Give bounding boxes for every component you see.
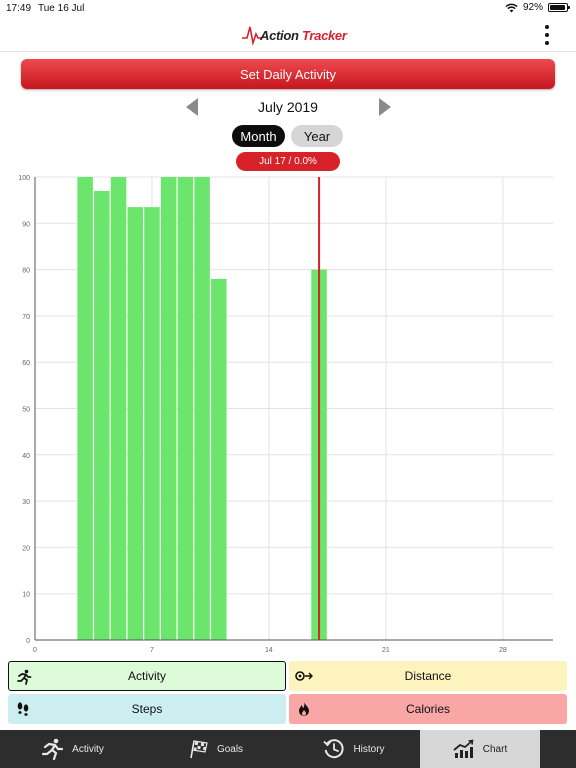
y-tick-label: 50: [22, 407, 30, 414]
y-tick-label: 20: [22, 545, 30, 552]
more-menu-icon[interactable]: [544, 25, 550, 45]
metric-selector: Activity Distance Steps Calories: [8, 661, 568, 725]
tab-bar-filler: [540, 730, 576, 768]
next-month-arrow-icon[interactable]: [379, 98, 391, 116]
y-tick-label: 80: [22, 268, 30, 275]
y-tick-label: 0: [26, 638, 30, 645]
status-right: 92%: [505, 2, 570, 13]
set-daily-activity-button[interactable]: Set Daily Activity: [21, 59, 555, 89]
app-logo: Action Tracker: [242, 24, 347, 46]
chart-bar: [144, 207, 160, 640]
runner-icon: [42, 738, 64, 760]
y-tick-label: 40: [22, 453, 30, 460]
wifi-icon: [505, 3, 518, 12]
battery-percent: 92%: [522, 2, 543, 13]
tab-history[interactable]: History: [288, 730, 420, 768]
selected-date-badge: Jul 17 / 0.0%: [236, 152, 340, 171]
tab-chart[interactable]: Chart: [420, 730, 540, 768]
previous-month-arrow-icon[interactable]: [186, 98, 198, 116]
metric-distance-label: Distance: [404, 669, 452, 683]
nav-bar: Action Tracker: [0, 18, 576, 52]
runner-icon: [15, 668, 33, 686]
chart-bar: [160, 177, 177, 640]
tab-goals[interactable]: Goals: [144, 730, 288, 768]
metric-distance-button[interactable]: Distance: [289, 661, 567, 691]
y-tick-label: 70: [22, 314, 30, 321]
y-tick-label: 60: [22, 360, 30, 367]
x-tick-label: 14: [265, 647, 273, 654]
metric-steps-button[interactable]: Steps: [8, 694, 286, 724]
x-tick-label: 7: [150, 647, 154, 654]
y-tick-label: 90: [22, 221, 30, 228]
tab-activity[interactable]: Activity: [0, 730, 144, 768]
month-navigator: July 2019: [0, 96, 576, 118]
status-time: 17:49: [6, 3, 32, 14]
battery-icon: [548, 3, 570, 12]
chart-bar: [110, 177, 127, 640]
month-label: July 2019: [258, 99, 318, 115]
chart-trend-icon: [453, 739, 474, 758]
x-tick-label: 21: [382, 647, 390, 654]
metric-steps-label: Steps: [131, 702, 163, 716]
status-bar: 17:49 Tue 16 Jul 92%: [0, 0, 576, 18]
chart-bar: [77, 177, 93, 640]
tab-chart-label: Chart: [482, 743, 508, 755]
tab-goals-label: Goals: [216, 743, 244, 755]
metric-calories-button[interactable]: Calories: [289, 694, 567, 724]
x-tick-label: 0: [33, 647, 37, 654]
status-date: Tue 16 Jul: [38, 3, 85, 14]
metric-calories-label: Calories: [405, 702, 450, 716]
tab-bar: Activity Goals History Chart: [0, 730, 576, 768]
metric-activity-button[interactable]: Activity: [8, 661, 286, 691]
chart-bar: [211, 278, 227, 640]
segment-month[interactable]: Month: [232, 125, 285, 147]
chart-bar: [177, 177, 194, 640]
chart-bar: [194, 177, 210, 640]
pulse-line-icon: [242, 26, 262, 46]
app-logo-text: Action Tracker: [260, 27, 347, 43]
tab-history-label: History: [353, 743, 385, 755]
x-tick-label: 28: [499, 647, 507, 654]
activity-bar-chart[interactable]: 0 10 20 30 40 50 60 70 80 90 100 0 7 14 21 28: [0, 170, 576, 660]
y-tick-label: 30: [22, 499, 30, 506]
history-clock-icon: [323, 739, 345, 759]
footprints-icon: [14, 700, 32, 718]
distance-icon: [295, 667, 313, 685]
y-tick-label: 100: [18, 175, 30, 182]
y-tick-label: 10: [22, 592, 30, 599]
metric-activity-label: Activity: [127, 669, 166, 683]
checkered-flag-icon: [190, 740, 208, 759]
chart-bar: [94, 190, 110, 640]
segment-year[interactable]: Year: [291, 125, 343, 147]
chart-bar: [127, 207, 144, 640]
flame-icon: [295, 700, 313, 718]
tab-activity-label: Activity: [72, 743, 104, 755]
